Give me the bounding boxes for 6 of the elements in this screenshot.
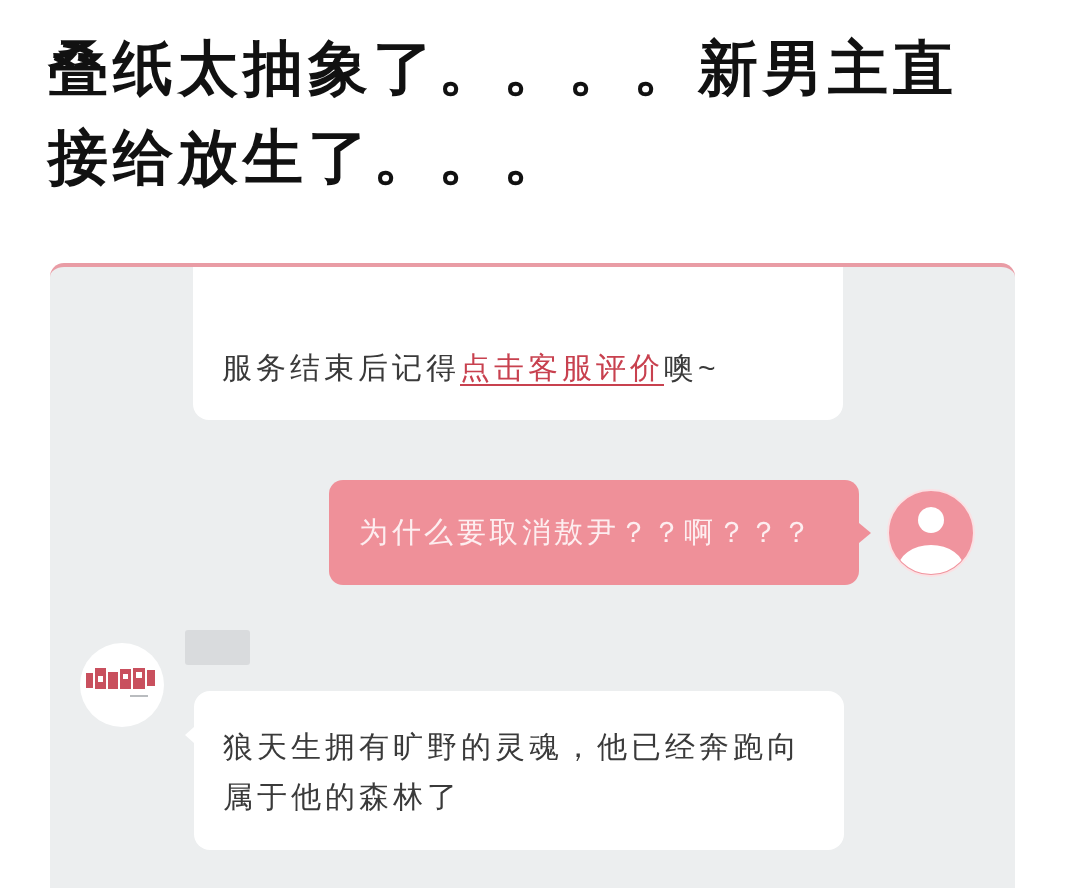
message-text: 服务结束后记得 点击客服评价噢~ (222, 350, 721, 386)
rating-link[interactable]: 点击客服评价 (460, 351, 664, 384)
user-avatar-icon (887, 488, 975, 577)
post-title: 叠纸太抽象了。。。。新男主直接给放生了。。。 (48, 34, 959, 193)
message-text: 狼天生拥有旷野的灵魂，他已经奔跑向属于他的森林了 (223, 729, 802, 815)
message-text: 为什么要取消敖尹？？啊？？？ (359, 515, 814, 550)
